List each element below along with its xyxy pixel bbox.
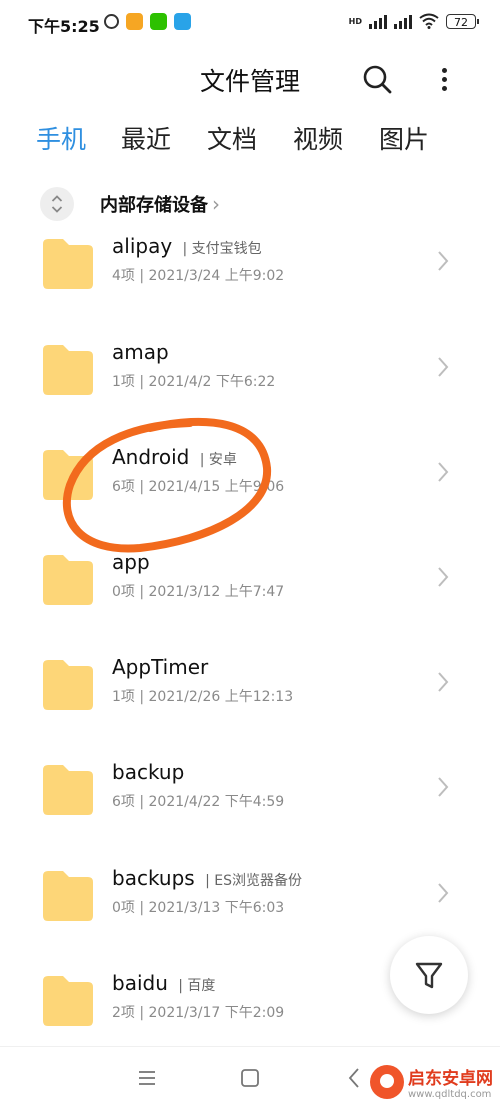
tab-recent[interactable]: 最近 bbox=[121, 120, 171, 156]
folder-icon bbox=[43, 450, 93, 500]
tab-phone[interactable]: 手机 bbox=[36, 120, 86, 156]
storage-switch-button[interactable] bbox=[40, 187, 74, 221]
list-item-app[interactable]: app 0项 | 2021/3/12 上午7:47 bbox=[0, 550, 500, 642]
watermark-logo bbox=[370, 1065, 404, 1099]
filter-button[interactable] bbox=[390, 936, 468, 1014]
chevron-right-icon bbox=[438, 462, 449, 482]
folder-meta: 6项 | 2021/4/15 上午9:06 bbox=[112, 479, 285, 495]
app-notification-icon bbox=[174, 13, 191, 30]
watermark-name: 启东安卓网 bbox=[408, 1069, 493, 1089]
folder-tag: | 支付宝钱包 bbox=[182, 241, 262, 257]
tab-images[interactable]: 图片 bbox=[379, 120, 429, 156]
folder-icon bbox=[43, 765, 93, 815]
folder-name: amap bbox=[112, 340, 169, 364]
breadcrumb-label[interactable]: 内部存储设备 bbox=[100, 191, 208, 217]
list-item-backup[interactable]: backup 6项 | 2021/4/22 下午4:59 bbox=[0, 760, 500, 852]
status-bar: 下午5:25 HD 72 bbox=[0, 0, 500, 46]
list-item-alipay[interactable]: alipay | 支付宝钱包 4项 | 2021/3/24 上午9:02 bbox=[0, 234, 500, 326]
tab-videos[interactable]: 视频 bbox=[293, 120, 343, 156]
list-item-apptimer[interactable]: AppTimer 1项 | 2021/2/26 上午12:13 bbox=[0, 655, 500, 747]
chevron-right-icon: › bbox=[212, 192, 220, 216]
breadcrumb[interactable]: 内部存储设备 › bbox=[40, 186, 220, 222]
search-button[interactable] bbox=[360, 62, 394, 96]
folder-icon bbox=[43, 871, 93, 921]
filter-icon bbox=[415, 962, 443, 989]
battery-indicator: 72 bbox=[446, 13, 479, 29]
tab-documents[interactable]: 文档 bbox=[207, 120, 257, 156]
notification-icons bbox=[104, 13, 191, 30]
folder-icon bbox=[43, 660, 93, 710]
folder-meta: 1项 | 2021/2/26 上午12:13 bbox=[112, 689, 294, 705]
home-icon[interactable] bbox=[237, 1065, 263, 1091]
chevron-right-icon bbox=[438, 567, 449, 587]
tab-bar: 手机 最近 文档 视频 图片 bbox=[0, 120, 500, 164]
page-title: 文件管理 bbox=[199, 67, 300, 96]
app-header: 文件管理 bbox=[0, 50, 500, 106]
chevron-right-icon bbox=[438, 672, 449, 692]
signal-icon bbox=[369, 13, 387, 29]
chevron-right-icon bbox=[438, 777, 449, 797]
status-right: HD 72 bbox=[348, 13, 479, 29]
folder-meta: 2项 | 2021/3/17 下午2:09 bbox=[112, 1005, 285, 1021]
chevron-right-icon bbox=[438, 251, 449, 271]
list-item-amap[interactable]: amap 1项 | 2021/4/2 下午6:22 bbox=[0, 340, 500, 432]
folder-meta: 0项 | 2021/3/13 下午6:03 bbox=[112, 900, 285, 916]
folder-name: Android bbox=[112, 445, 190, 469]
folder-tag: | ES浏览器备份 bbox=[205, 873, 302, 889]
watermark-url: www.qdltdq.com bbox=[408, 1089, 492, 1100]
folder-meta: 0项 | 2021/3/12 上午7:47 bbox=[112, 584, 285, 600]
folder-name: baidu bbox=[112, 971, 168, 995]
signal-2-icon bbox=[394, 13, 412, 29]
wechat-icon bbox=[150, 13, 167, 30]
gallery-app-icon bbox=[126, 13, 143, 30]
back-icon[interactable] bbox=[342, 1065, 368, 1091]
folder-name: app bbox=[112, 550, 150, 574]
folder-icon bbox=[43, 239, 93, 289]
folder-meta: 1项 | 2021/4/2 下午6:22 bbox=[112, 374, 276, 390]
folder-icon bbox=[43, 976, 93, 1026]
wifi-icon bbox=[419, 13, 439, 29]
folder-name: backups bbox=[112, 866, 195, 890]
watermark: 启东安卓网 www.qdltdq.com bbox=[370, 1064, 493, 1100]
more-button[interactable] bbox=[432, 64, 456, 94]
search-icon bbox=[363, 65, 392, 94]
folder-tag: | 百度 bbox=[178, 978, 216, 994]
chevron-right-icon bbox=[438, 883, 449, 903]
chevron-right-icon bbox=[438, 357, 449, 377]
expand-collapse-icon bbox=[51, 195, 63, 213]
alarm-icon bbox=[104, 14, 119, 29]
folder-icon bbox=[43, 345, 93, 395]
folder-tag: | 安卓 bbox=[199, 452, 237, 468]
status-time: 下午5:25 bbox=[28, 17, 100, 36]
folder-meta: 6项 | 2021/4/22 下午4:59 bbox=[112, 794, 285, 810]
more-vert-icon bbox=[432, 68, 456, 91]
menu-icon[interactable] bbox=[134, 1065, 160, 1091]
folder-meta: 4项 | 2021/3/24 上午9:02 bbox=[112, 268, 285, 284]
folder-name: AppTimer bbox=[112, 655, 209, 679]
list-item-android[interactable]: Android | 安卓 6项 | 2021/4/15 上午9:06 bbox=[0, 445, 500, 537]
folder-name: alipay bbox=[112, 234, 173, 258]
folder-icon bbox=[43, 555, 93, 605]
folder-name: backup bbox=[112, 760, 185, 784]
hd-label: HD bbox=[348, 16, 362, 26]
